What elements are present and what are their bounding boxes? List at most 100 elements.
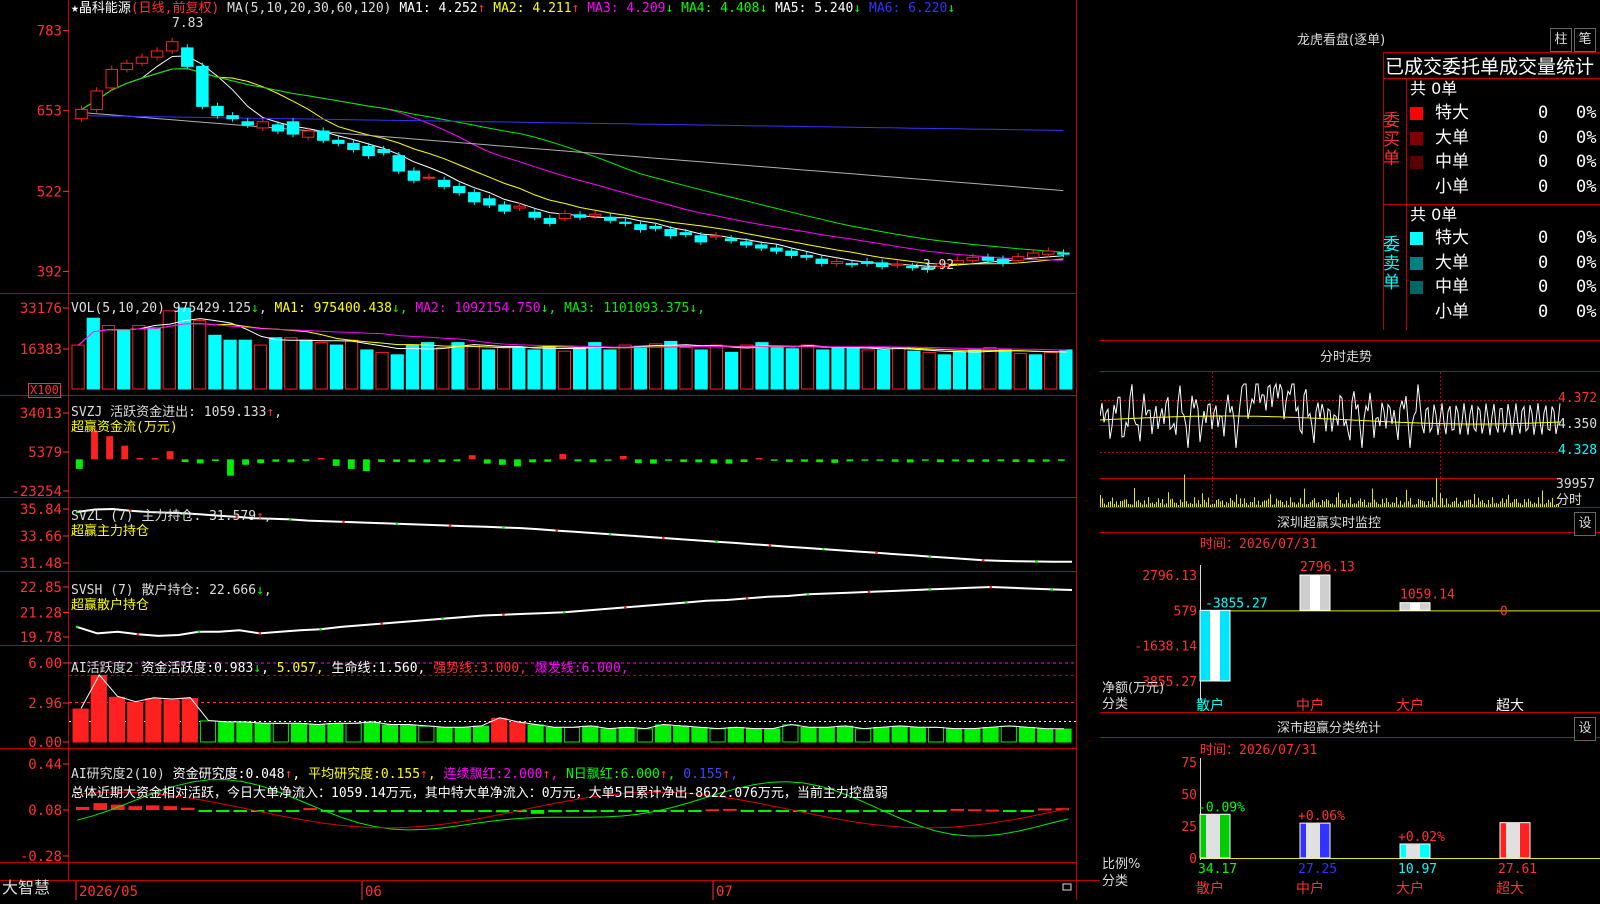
candle (226, 115, 239, 120)
svzj-bar (498, 459, 506, 465)
svsh-line-point (1050, 588, 1053, 591)
fenlei-settings-button[interactable]: 设 (1574, 717, 1596, 741)
stock-name: ★晶科能源 (71, 1, 131, 16)
candle (543, 217, 557, 224)
vol-axis-label: 33176 (20, 301, 62, 317)
vol-bar (527, 349, 541, 390)
ai2-bar (303, 808, 317, 811)
vol-bar (238, 339, 252, 390)
ai1-bar (745, 728, 763, 743)
vol-bar (740, 344, 754, 390)
fenlei-title: 深市超赢分类统计 (1277, 721, 1382, 736)
ai1-bar (436, 727, 453, 743)
ai1-axis-label: 0.00 (28, 735, 62, 751)
vol-bar (1013, 353, 1027, 390)
ai2-bar (1038, 808, 1052, 811)
ai2-bar (268, 810, 282, 812)
fenshi-title: 分时走势 (1320, 350, 1373, 365)
svzj-bar (725, 459, 733, 464)
monitor-settings-button[interactable]: 设 (1574, 512, 1596, 536)
ai2-bar (740, 810, 755, 812)
svzj-bar (891, 459, 899, 462)
candle (996, 258, 1010, 264)
vol-bar (451, 342, 465, 390)
svzj-bar (921, 459, 929, 461)
vol-bar (299, 339, 313, 390)
down-arrow-icon: ↓, (689, 301, 706, 316)
ai2-axis-label: -0.28 (20, 849, 62, 865)
svzj-bar (151, 457, 159, 460)
ai2-bar (355, 810, 370, 812)
svzj-bar (665, 459, 672, 461)
ai1-bar (527, 724, 544, 743)
vol-bar (937, 354, 951, 390)
main-chart-svg[interactable]: 783 653 522 392 7.83 ←3.92 33176 16383 34013 5379… (0, 0, 1100, 900)
svzj-bar (242, 459, 249, 465)
svzl-line-point (555, 529, 559, 532)
order-count: 0 (1538, 103, 1549, 123)
fenlei-time: 时间：2026/07/31 (1200, 743, 1318, 758)
svzj-bar (604, 459, 612, 461)
vol-bar (208, 334, 222, 390)
svzl-label: 主力持仓: (141, 509, 202, 524)
fenlei-delta-label: -0.09% (1198, 800, 1245, 815)
vol-unit-badge[interactable]: X100 (28, 383, 61, 398)
ai1-bar (800, 727, 817, 743)
candle (286, 121, 300, 135)
fenlei-value-label: 27.25 (1298, 862, 1337, 877)
svzj-bar (785, 459, 793, 463)
monitor-axis-label2: 分类 (1102, 697, 1129, 712)
vol-bar (86, 317, 100, 390)
up-arrow-icon: ↑ (256, 509, 264, 524)
vol-bar (147, 327, 161, 390)
order-size-label: 小单 (1435, 301, 1469, 322)
svzj-bar (952, 459, 959, 462)
candle (90, 90, 103, 110)
vol-bar (664, 340, 678, 390)
svzl-line-point (821, 547, 825, 551)
monitor-value-label: -3855.27 (1205, 596, 1268, 611)
ai1-bar (509, 721, 526, 743)
ma-def: MA(5,10,20,30,60,120) (227, 1, 392, 16)
fenlei-value-label: 10.97 (1398, 862, 1437, 877)
ai2-item-2: 平均研究度:0.155 (300, 767, 421, 782)
candle (362, 145, 375, 157)
ai1-bar (982, 727, 999, 743)
ai2-bar (285, 810, 300, 812)
brand-label: 大智慧 (2, 878, 51, 897)
down-arrow-icon: ↓, (391, 301, 408, 316)
ai1-item-2: 5.057 (268, 661, 316, 676)
candle (1011, 256, 1025, 261)
svzj-label: 活跃资金进出: (110, 405, 196, 420)
price-axis-label: 653 (37, 104, 62, 120)
order-size-label: 大单 (1435, 127, 1469, 148)
ai2-bar (338, 810, 352, 813)
vol-bar (679, 346, 693, 390)
vol-bar (603, 349, 617, 390)
bar-mode-button[interactable]: 柱 (1550, 28, 1572, 52)
arrow-icon: ↓ (253, 661, 262, 676)
ai1-bar (964, 728, 981, 743)
ma-value-2: 4.211 (524, 1, 572, 16)
monitor-title: 深圳超赢实时监控 (1277, 516, 1382, 531)
ai2-bar (1003, 810, 1017, 812)
candle (981, 256, 995, 261)
vol-bar (71, 344, 85, 390)
separator: , (550, 767, 559, 782)
ai2-item-5: 0.155 (675, 767, 723, 782)
ai2-bar (233, 810, 247, 812)
vol-ma-value-2: 1092154.750 (446, 301, 541, 316)
main-chart-area[interactable]: 783 653 522 392 7.83 ←3.92 33176 16383 34013 5379… (0, 0, 1100, 900)
tick-mode-button[interactable]: 笔 (1574, 28, 1596, 52)
vol-bar (162, 310, 176, 390)
ai2-bar (723, 808, 737, 811)
svzj-bar (846, 459, 854, 462)
ai2-item-3: 连续飘红:2.000 (435, 767, 543, 782)
vol-value: 975429.125 (172, 301, 252, 316)
ai2-bar (215, 810, 230, 812)
svzl-line-point (288, 518, 292, 521)
order-count: 0 (1538, 301, 1549, 322)
separator: , (620, 661, 629, 676)
separator: , (519, 661, 527, 676)
ai2-bar (548, 810, 562, 813)
